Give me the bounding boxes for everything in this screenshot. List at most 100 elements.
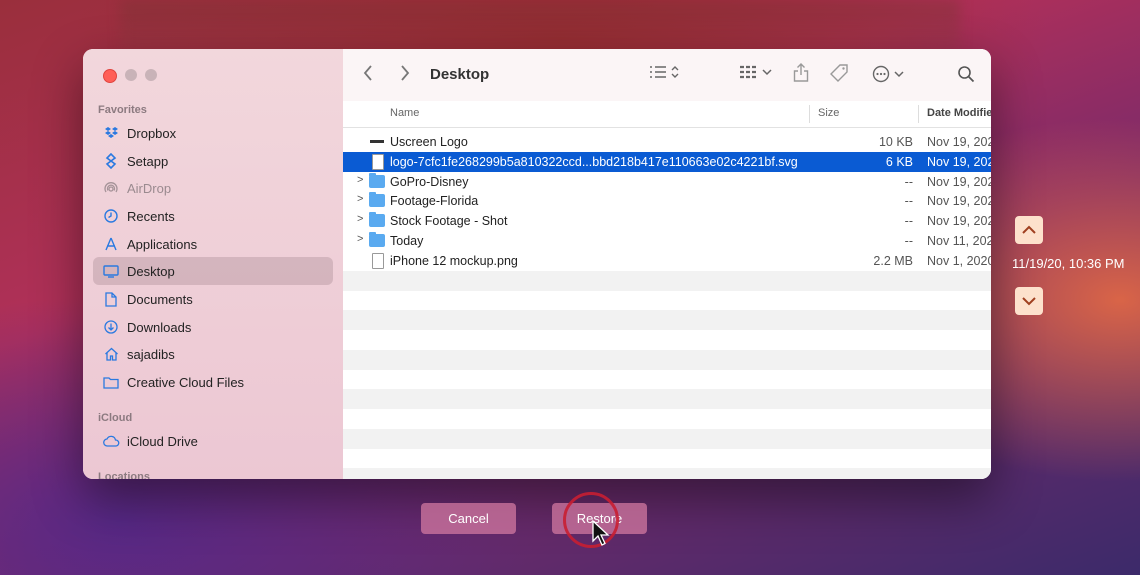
file-row[interactable]: logo-7cfc1fe268299b5a810322ccd...bbd218b… [343, 152, 991, 172]
sidebar-item-label: Desktop [127, 263, 175, 279]
empty-row [343, 310, 991, 330]
sidebar: Favorites Dropbox Setapp AirDrop Recents [83, 49, 344, 479]
sidebar-item-label: Documents [127, 291, 193, 307]
column-divider[interactable] [918, 105, 919, 123]
sidebar-item-creative-cloud[interactable]: Creative Cloud Files [93, 368, 333, 396]
empty-row [343, 429, 991, 449]
sidebar-item-label: AirDrop [127, 180, 172, 196]
forward-button[interactable] [400, 65, 410, 81]
file-name: Today [390, 234, 424, 248]
sidebar-item-airdrop[interactable]: AirDrop [93, 174, 333, 202]
sidebar-item-recents[interactable]: Recents [93, 202, 333, 230]
applications-icon [101, 237, 121, 251]
file-name: iPhone 12 mockup.png [390, 254, 518, 268]
column-divider[interactable] [809, 105, 810, 123]
click-highlight-ring [563, 492, 619, 548]
file-name: GoPro-Disney [390, 175, 469, 189]
back-button[interactable] [363, 65, 373, 81]
disclosure-triangle-icon[interactable]: > [357, 174, 363, 186]
chevron-left-icon [363, 65, 372, 81]
sidebar-item-label: Downloads [127, 319, 192, 335]
setapp-icon [101, 153, 121, 169]
file-date: Nov 19, 2020 [927, 194, 991, 208]
file-date: Nov 1, 2020 [927, 254, 991, 268]
chevron-up-icon [1022, 225, 1036, 234]
file-date: Nov 19, 2020 [927, 175, 991, 189]
chevron-down-icon [894, 71, 904, 78]
timeline-date: 11/19/20, 10:36 PM [1012, 256, 1125, 271]
sidebar-item-label: Recents [127, 208, 175, 224]
empty-row [343, 468, 991, 479]
file-date: Nov 19, 2020 [927, 155, 991, 169]
finder-window: Favorites Dropbox Setapp AirDrop Recents [83, 49, 991, 479]
tags-button[interactable] [830, 64, 849, 82]
empty-row [343, 350, 991, 370]
column-header-name[interactable]: Name [390, 107, 419, 119]
timeline-up-button[interactable] [1015, 216, 1043, 244]
column-header-date[interactable]: Date Modified [927, 107, 991, 119]
column-headers: Name Size Date Modified [343, 101, 991, 128]
sidebar-item-label: Setapp [127, 153, 169, 169]
file-date: Nov 11, 2020 [927, 234, 991, 248]
close-button[interactable] [103, 69, 117, 83]
search-button[interactable] [957, 65, 975, 83]
sidebar-item-icloud-drive[interactable]: iCloud Drive [93, 427, 333, 455]
sidebar-section-icloud: iCloud [98, 412, 133, 424]
mouse-cursor-icon [592, 520, 610, 546]
svg-file-icon [372, 154, 384, 170]
more-actions-button[interactable] [872, 65, 904, 83]
chevron-down-icon [1022, 297, 1036, 306]
sidebar-item-label: Applications [127, 236, 198, 252]
sidebar-item-label: sajadibs [127, 346, 175, 362]
sidebar-item-documents[interactable]: Documents [93, 285, 333, 313]
file-name: Footage-Florida [390, 194, 479, 208]
window-controls [103, 69, 157, 83]
download-icon [101, 320, 121, 334]
minimize-button[interactable] [125, 69, 137, 81]
sidebar-item-applications[interactable]: Applications [93, 230, 333, 258]
timeline-down-button[interactable] [1015, 287, 1043, 315]
png-file-icon [372, 253, 384, 269]
file-name: Stock Footage - Shot [390, 214, 508, 228]
file-row[interactable]: iPhone 12 mockup.png 2.2 MB Nov 1, 2020 [343, 251, 991, 271]
file-size: -- [904, 234, 913, 248]
file-row[interactable]: > GoPro-Disney -- Nov 19, 2020 [343, 172, 991, 192]
sidebar-item-home[interactable]: sajadibs [93, 340, 333, 368]
desktop-icon [101, 264, 121, 278]
file-size: 10 KB [878, 135, 913, 149]
search-icon [958, 66, 975, 83]
folder-icon [369, 173, 385, 188]
file-row[interactable]: > Stock Footage - Shot -- Nov 19, 2020 [343, 211, 991, 231]
file-list: Uscreen Logo 10 KB Nov 19, 2020 logo-7cf… [343, 129, 991, 479]
group-button[interactable] [739, 65, 772, 79]
chevron-down-icon [762, 69, 772, 76]
share-button[interactable] [793, 63, 809, 82]
empty-row [343, 271, 991, 291]
sidebar-item-dropbox[interactable]: Dropbox [93, 119, 333, 147]
file-name: logo-7cfc1fe268299b5a810322ccd...bbd218b… [390, 155, 798, 169]
view-options-button[interactable] [649, 65, 679, 79]
column-header-size[interactable]: Size [818, 107, 839, 119]
sidebar-item-label: iCloud Drive [127, 433, 198, 449]
file-size: 2.2 MB [873, 254, 913, 268]
disclosure-triangle-icon[interactable]: > [357, 193, 363, 205]
list-view-icon [650, 66, 666, 78]
chevron-updown-icon [671, 66, 679, 78]
airdrop-icon [101, 181, 121, 195]
file-row[interactable]: Uscreen Logo 10 KB Nov 19, 2020 [343, 132, 991, 152]
share-icon [793, 63, 809, 82]
ellipsis-circle-icon [872, 65, 890, 83]
dropbox-icon [101, 126, 121, 140]
sidebar-section-favorites: Favorites [98, 104, 147, 116]
toolbar: Desktop [343, 49, 991, 102]
file-row[interactable]: > Today -- Nov 11, 2020 [343, 231, 991, 251]
sidebar-item-setapp[interactable]: Setapp [93, 147, 333, 175]
disclosure-triangle-icon[interactable]: > [357, 213, 363, 225]
cancel-button[interactable]: Cancel [421, 503, 516, 534]
file-row[interactable]: > Footage-Florida -- Nov 19, 2020 [343, 191, 991, 211]
sidebar-item-desktop[interactable]: Desktop [93, 257, 333, 285]
sidebar-item-downloads[interactable]: Downloads [93, 313, 333, 341]
zoom-button[interactable] [145, 69, 157, 81]
image-file-icon [369, 135, 385, 148]
disclosure-triangle-icon[interactable]: > [357, 233, 363, 245]
